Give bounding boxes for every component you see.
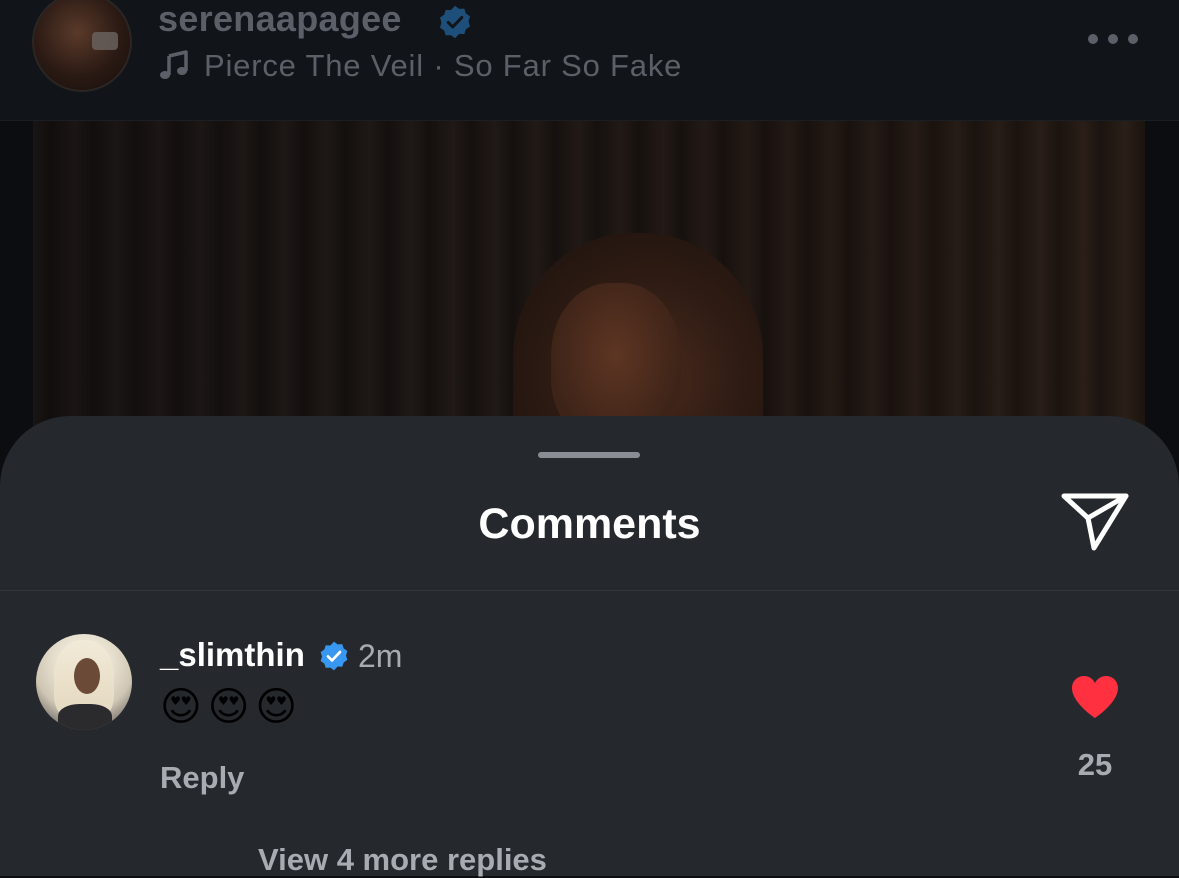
post-header: serenaapagee Pierce The Veil · So Far So… [0, 0, 1179, 121]
audio-track-label: Pierce The Veil · So Far So Fake [204, 48, 683, 83]
more-options-icon[interactable] [1088, 33, 1138, 45]
sheet-drag-handle[interactable] [538, 452, 640, 458]
reply-button[interactable]: Reply [160, 760, 244, 796]
post-username[interactable]: serenaapagee [158, 0, 402, 40]
verified-badge-icon [320, 641, 348, 671]
post-author-avatar[interactable] [32, 0, 132, 92]
share-send-icon[interactable] [1060, 490, 1130, 554]
post-photo [33, 121, 1145, 493]
commenter-avatar[interactable] [36, 634, 132, 730]
avatar-shirt [58, 704, 112, 730]
comment-username[interactable]: _slimthin [160, 636, 305, 674]
verified-badge-icon [439, 5, 471, 39]
comment-text: 😍😍😍 [160, 684, 304, 730]
like-count: 25 [1077, 747, 1113, 782]
post-audio[interactable]: Pierce The Veil · So Far So Fake [158, 46, 682, 86]
view-replies-button[interactable]: View 4 more replies [258, 842, 547, 878]
music-note-icon [160, 50, 188, 79]
avatar-face [74, 658, 100, 694]
sheet-title: Comments [478, 500, 701, 548]
divider [0, 590, 1179, 591]
comment-timestamp: 2m [358, 638, 403, 674]
camera-shape [92, 32, 118, 50]
heart-filled-icon[interactable] [1070, 674, 1120, 720]
